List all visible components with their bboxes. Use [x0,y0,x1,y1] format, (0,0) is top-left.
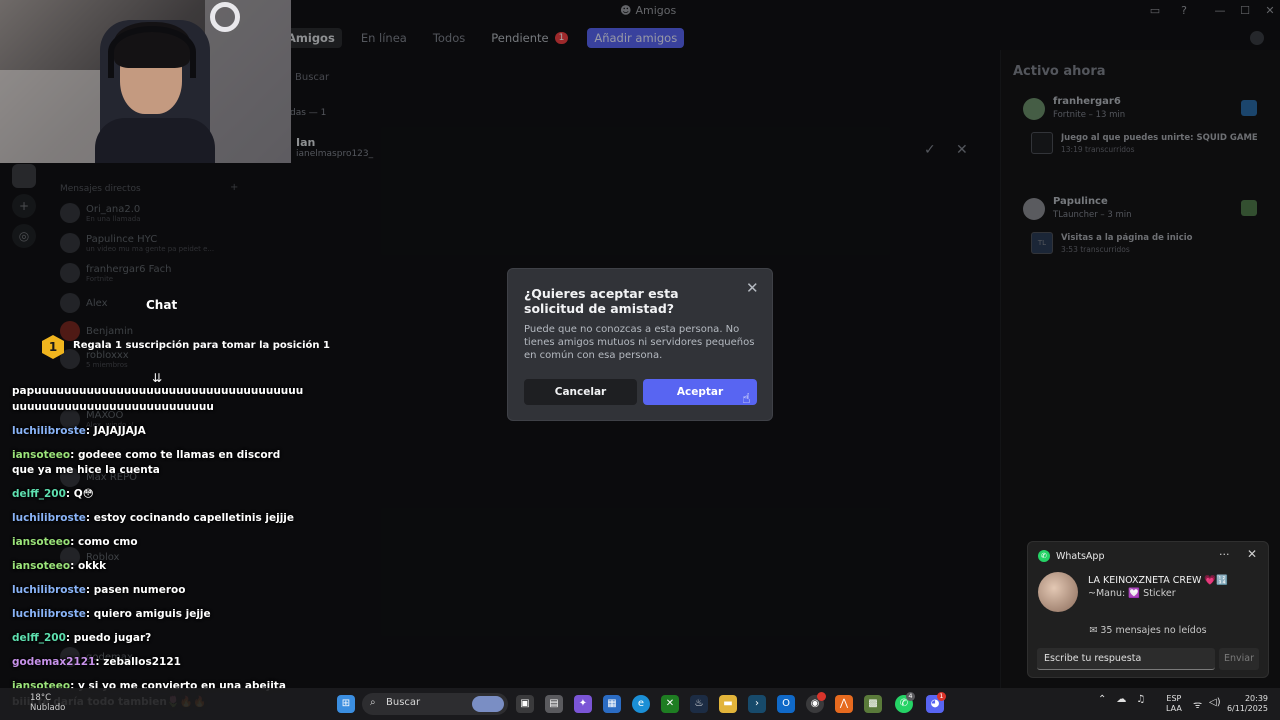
weather-widget[interactable]: Nublado [30,703,65,713]
close-icon[interactable]: ✕ [746,279,759,297]
chat-message: luchilibroste: quiero amiguis jejje [12,608,211,620]
whatsapp-taskbar-icon[interactable]: ✆ 4 [895,692,915,713]
edge-icon[interactable]: e [632,695,650,713]
volume-icon[interactable]: ◁) [1209,697,1221,708]
copilot-icon[interactable]: ✦ [574,695,592,713]
file-explorer-icon[interactable]: ▬ [719,695,737,713]
close-icon[interactable]: ✕ [1247,547,1257,561]
ring-light [210,2,240,32]
minecraft-icon[interactable]: ▩ [864,695,882,713]
cancel-button[interactable]: Cancelar [524,379,637,405]
dialog-title: ¿Quieres aceptar esta solicitud de amist… [524,286,679,316]
accept-friend-dialog: ¿Quieres aceptar esta solicitud de amist… [507,268,773,421]
stream-chat-messages: papuuuuuuuuuuuuuuuuuuuuuuuuuuuuuuuuuuuuu… [12,384,304,719]
taskbar-search[interactable]: ⌕ Buscar [362,693,508,715]
chat-message: papuuuuuuuuuuuuuuuuuuuuuuuuuuuuuuuuuuuuu… [12,385,304,413]
cam-bed [0,70,110,163]
cloud-icon[interactable]: ☁ [1116,694,1126,705]
chevron-up-icon[interactable]: ⌃ [1098,694,1106,705]
app-icon[interactable]: ⋀ [835,695,853,713]
microphone-icon[interactable]: ♫ [1136,694,1145,705]
chat-message: luchilibroste: pasen numeroo [12,584,186,596]
chat-message: luchilibroste: estoy cocinando capelleti… [12,512,295,524]
clock[interactable]: 20:39 6/11/2025 [1226,694,1268,714]
chat-message: luchilibroste: JAJAJJAJA [12,424,146,437]
unread-count: ✉ 35 mensajes no leídos [1089,625,1207,636]
cam-person-body [95,118,215,163]
hand-cursor-icon: ☝ [742,391,751,407]
taskbar: 18°C Nublado ⊞ ⌕ Buscar ▣ ▤ ✦ ▦ e ✕ ♨ ▬ … [0,688,1280,720]
chat-message: godemax2121: zeballos2121 [12,656,181,668]
wifi-icon[interactable]: ᯤ [1193,697,1202,711]
xbox-icon[interactable]: ✕ [661,695,679,713]
chrome-icon[interactable]: ◉ [806,692,826,713]
last-message: ~Manu: 💟 Sticker [1088,588,1176,599]
dialog-body: Puede que no conozcas a esta persona. No… [524,324,755,361]
webcam-feed [0,0,291,163]
outlook-icon[interactable]: O [777,695,795,713]
whatsapp-notification[interactable]: ✆ WhatsApp ··· ✕ LA KEINOXZNETA CREW 💗🔢 ~… [1027,541,1269,678]
system-tray: ⌃ ☁ ♫ [1098,694,1145,705]
notification-app: ✆ WhatsApp [1038,550,1104,562]
accept-button[interactable]: Aceptar [643,379,757,405]
chat-message: iansoteeo: godeee como te llamas en disc… [12,448,281,477]
reply-input[interactable]: Escribe tu respuesta [1037,648,1215,670]
group-name: LA KEINOXZNETA CREW 💗🔢 [1088,575,1229,586]
search-highlight-icon [472,696,504,712]
task-view-icon[interactable]: ▣ [516,695,534,713]
scroll-down-icon[interactable]: ⇊ [152,371,162,385]
chat-message: delff_200: puedo jugar? [12,632,152,644]
message-icon: ✉ [1089,625,1101,636]
more-options-icon[interactable]: ··· [1219,548,1230,561]
start-icon[interactable]: ⊞ [337,695,355,713]
notes-app-icon[interactable]: ▤ [545,695,563,713]
search-icon: ⌕ [370,697,376,708]
gift-sub-banner[interactable]: 1 Regala 1 suscripción para tomar la pos… [42,335,330,359]
group-avatar [1038,572,1078,612]
whatsapp-icon: ✆ [1038,550,1050,562]
chat-message: iansoteeo: como cmo [12,536,138,548]
rank-hexagon-icon: 1 [42,335,64,359]
headset [108,26,196,78]
terminal-icon[interactable]: › [748,695,766,713]
store-icon[interactable]: ▦ [603,695,621,713]
weather-temp: 18°C [30,693,52,703]
send-button[interactable]: Enviar [1219,648,1259,670]
steam-icon[interactable]: ♨ [690,695,708,713]
language-indicator[interactable]: ESP LAA [1166,694,1182,714]
chat-message: delff_200: Q😳 [12,488,94,500]
gift-sub-text: Regala 1 suscripción para tomar la posic… [73,340,330,351]
discord-taskbar-icon[interactable]: ◕ 1 [926,692,946,713]
stream-chat-title: Chat [146,298,178,312]
chat-message: iansoteeo: okkk [12,560,107,572]
